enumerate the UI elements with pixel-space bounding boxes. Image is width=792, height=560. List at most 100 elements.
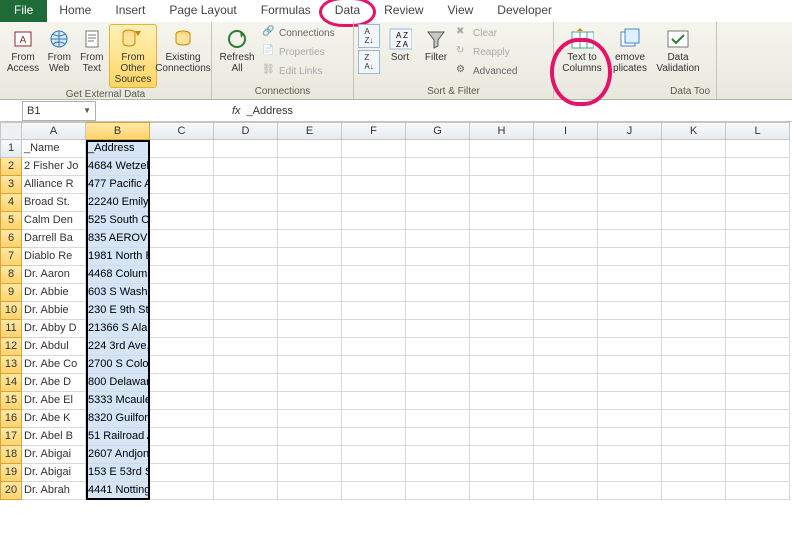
cell[interactable]: 4684 Wetzel Road, Liverpool, NY 13090, U… — [86, 158, 150, 176]
cell[interactable]: 477 Pacific Avenue # 1, San Francisco, C… — [86, 176, 150, 194]
cell[interactable] — [150, 410, 214, 428]
tab-developer[interactable]: Developer — [485, 0, 564, 22]
cell[interactable] — [598, 446, 662, 464]
column-header-H[interactable]: H — [470, 122, 534, 140]
cell[interactable]: Dr. Abe El — [22, 392, 86, 410]
cell[interactable] — [342, 194, 406, 212]
cell[interactable] — [406, 356, 470, 374]
cell[interactable] — [598, 302, 662, 320]
name-box[interactable]: B1▼ — [22, 101, 96, 121]
cell[interactable] — [726, 446, 790, 464]
cell[interactable] — [406, 248, 470, 266]
cell[interactable] — [662, 194, 726, 212]
cell[interactable] — [598, 248, 662, 266]
cell[interactable] — [470, 284, 534, 302]
cell[interactable] — [662, 266, 726, 284]
tab-file[interactable]: File — [0, 0, 47, 22]
cell[interactable] — [470, 392, 534, 410]
cell[interactable]: _Name — [22, 140, 86, 158]
cell[interactable]: Diablo Re — [22, 248, 86, 266]
cell[interactable] — [534, 266, 598, 284]
fx-icon[interactable]: fx — [226, 105, 247, 117]
cell[interactable] — [406, 212, 470, 230]
cell[interactable]: 224 3rd Ave, Brooklyn, NY, 11217 — [86, 338, 150, 356]
cell[interactable]: Dr. Abbie — [22, 302, 86, 320]
cell[interactable] — [278, 176, 342, 194]
cell[interactable] — [214, 338, 278, 356]
remove-duplicates-button[interactable]: emove plicates — [608, 24, 652, 77]
cell[interactable] — [150, 446, 214, 464]
column-header-I[interactable]: I — [534, 122, 598, 140]
cell[interactable] — [214, 176, 278, 194]
cell[interactable] — [662, 302, 726, 320]
cell[interactable]: 1981 North Broadway #270, Walnut Creek, … — [86, 248, 150, 266]
cell[interactable] — [598, 212, 662, 230]
row-header[interactable]: 18 — [0, 446, 22, 464]
cell[interactable] — [150, 392, 214, 410]
column-header-E[interactable]: E — [278, 122, 342, 140]
cell[interactable] — [150, 320, 214, 338]
refresh-all-button[interactable]: Refresh All — [216, 24, 258, 77]
cell[interactable] — [726, 176, 790, 194]
cell[interactable] — [534, 446, 598, 464]
cell[interactable]: Dr. Abdul — [22, 338, 86, 356]
cell[interactable] — [278, 248, 342, 266]
cell[interactable]: 51 Railroad Ave, Norwood, NJ, 7648 — [86, 428, 150, 446]
cell[interactable] — [598, 176, 662, 194]
cell[interactable]: 153 E 53rd St, New York, NY, 10022 — [86, 464, 150, 482]
cell[interactable] — [470, 356, 534, 374]
cell[interactable] — [214, 248, 278, 266]
cell[interactable] — [534, 320, 598, 338]
column-header-F[interactable]: F — [342, 122, 406, 140]
row-header[interactable]: 16 — [0, 410, 22, 428]
cell[interactable] — [598, 374, 662, 392]
cell[interactable] — [214, 446, 278, 464]
cell[interactable] — [342, 140, 406, 158]
from-other-sources-button[interactable]: From Other Sources — [109, 24, 157, 88]
cell[interactable] — [470, 410, 534, 428]
cell[interactable] — [342, 446, 406, 464]
select-all-corner[interactable] — [0, 122, 22, 140]
cell[interactable] — [726, 392, 790, 410]
cell[interactable] — [150, 428, 214, 446]
cell[interactable] — [278, 410, 342, 428]
cell[interactable] — [534, 392, 598, 410]
cell[interactable] — [726, 482, 790, 500]
cell[interactable] — [214, 140, 278, 158]
cell[interactable] — [214, 284, 278, 302]
row-header[interactable]: 20 — [0, 482, 22, 500]
cell[interactable] — [406, 230, 470, 248]
cell[interactable] — [278, 320, 342, 338]
cell[interactable] — [150, 302, 214, 320]
column-header-D[interactable]: D — [214, 122, 278, 140]
cell[interactable] — [470, 158, 534, 176]
cell[interactable] — [150, 266, 214, 284]
cell[interactable] — [214, 464, 278, 482]
cell[interactable] — [278, 356, 342, 374]
cell[interactable] — [150, 194, 214, 212]
cell[interactable] — [150, 338, 214, 356]
cell[interactable] — [470, 446, 534, 464]
cell[interactable] — [278, 446, 342, 464]
cell[interactable]: 8320 Guilford Rd, Columbia, MD, 21046 — [86, 410, 150, 428]
cell[interactable] — [726, 302, 790, 320]
row-header[interactable]: 5 — [0, 212, 22, 230]
row-header[interactable]: 7 — [0, 248, 22, 266]
cell[interactable] — [278, 338, 342, 356]
cell[interactable] — [214, 266, 278, 284]
column-header-G[interactable]: G — [406, 122, 470, 140]
cell[interactable] — [406, 446, 470, 464]
cell[interactable] — [598, 266, 662, 284]
cell[interactable] — [150, 248, 214, 266]
cell[interactable] — [150, 212, 214, 230]
cell[interactable] — [598, 194, 662, 212]
cell[interactable] — [598, 338, 662, 356]
cell[interactable] — [342, 302, 406, 320]
cell[interactable] — [278, 464, 342, 482]
cell[interactable] — [278, 194, 342, 212]
cell[interactable] — [470, 230, 534, 248]
cell[interactable] — [534, 428, 598, 446]
cell[interactable] — [470, 338, 534, 356]
cell[interactable] — [278, 392, 342, 410]
cell[interactable] — [150, 158, 214, 176]
